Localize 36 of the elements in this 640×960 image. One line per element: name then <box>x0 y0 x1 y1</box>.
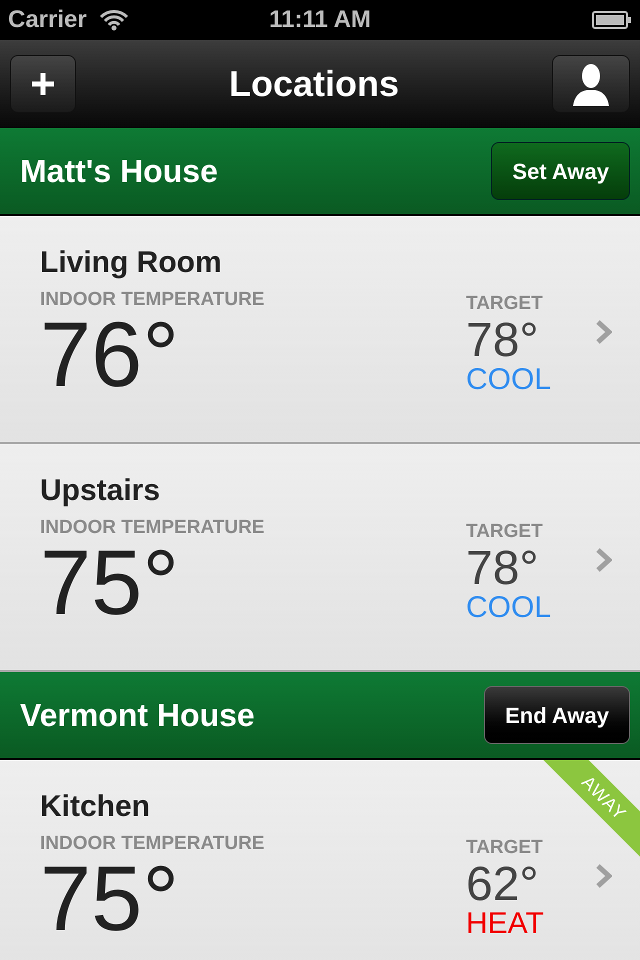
room-row[interactable]: Upstairs INDOOR TEMPERATURE 75° TARGET 78° COOL <box>0 444 640 672</box>
chevron-icon <box>596 864 612 888</box>
target-label: TARGET <box>466 294 543 313</box>
battery-icon <box>592 10 632 30</box>
indoor-label: INDOOR TEMPERATURE <box>40 834 266 853</box>
indoor-temperature: 76° <box>40 309 180 401</box>
wifi-icon <box>98 9 129 31</box>
target-temperature: 78° <box>466 545 539 593</box>
chevron-icon <box>596 320 612 344</box>
room-name: Upstairs <box>40 476 162 506</box>
nav-title: Locations <box>228 62 399 106</box>
profile-button[interactable] <box>552 55 630 113</box>
chevron-icon <box>596 548 612 572</box>
indoor-temperature: 75° <box>40 853 180 945</box>
location-name: Matt's House <box>20 152 218 191</box>
away-button[interactable]: End Away <box>484 686 630 744</box>
plus-icon <box>30 71 56 97</box>
carrier-label: Carrier <box>8 5 87 35</box>
mode-label: COOL <box>466 593 552 623</box>
indoor-temperature: 75° <box>40 537 180 629</box>
indoor-label: INDOOR TEMPERATURE <box>40 518 266 537</box>
add-button[interactable] <box>10 55 76 113</box>
target-label: TARGET <box>466 522 543 541</box>
mode-label: COOL <box>466 365 552 395</box>
indoor-label: INDOOR TEMPERATURE <box>40 290 266 309</box>
target-label: TARGET <box>466 838 543 857</box>
room-name: Living Room <box>40 248 223 278</box>
target-temperature: 78° <box>466 317 539 365</box>
target-temperature: 62° <box>466 861 539 909</box>
status-time: 11:11 AM <box>269 5 371 35</box>
room-row[interactable]: Living Room INDOOR TEMPERATURE 76° TARGET 78° COOL <box>0 216 640 444</box>
room-name: Kitchen <box>40 792 152 822</box>
away-button[interactable]: Set Away <box>491 142 630 200</box>
person-icon <box>570 62 611 106</box>
location-name: Vermont House <box>20 696 255 735</box>
mode-label: HEAT <box>466 909 544 939</box>
